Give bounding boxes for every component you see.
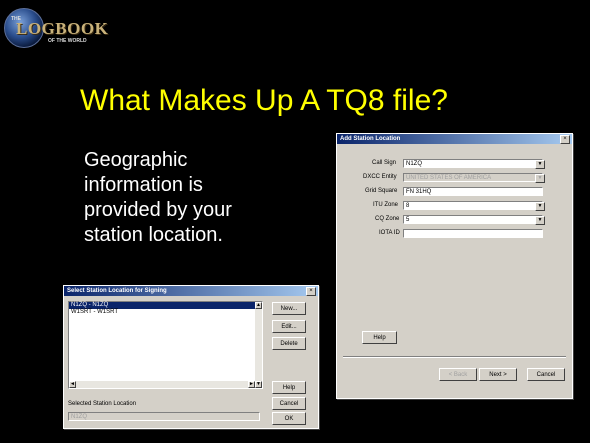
call-sign-label: Call Sign [372, 160, 397, 166]
selected-location-field: N1ZQ [68, 412, 260, 421]
call-sign-field[interactable]: N1ZQ [403, 159, 543, 168]
edit-button[interactable]: Edit... [272, 320, 306, 333]
new-button[interactable]: New... [272, 302, 306, 315]
next-button[interactable]: Next > [479, 368, 517, 381]
scroll-left-icon[interactable]: ◄ [69, 381, 76, 388]
back-button: < Back [439, 368, 477, 381]
scroll-right-icon[interactable]: ► [248, 381, 255, 388]
divider [343, 356, 566, 358]
station-location-list[interactable]: N1ZQ - N1ZQ W1SRT - W1SRT ▲ ▼ ◄ ► [68, 301, 263, 389]
scroll-down-icon[interactable]: ▼ [255, 381, 262, 388]
scroll-up-icon[interactable]: ▲ [255, 302, 262, 309]
slide-title: What Makes Up A TQ8 file? [80, 84, 448, 117]
grid-square-field[interactable]: FN 31HQ [403, 187, 543, 196]
iota-id-field[interactable] [403, 229, 543, 238]
scrollbar-horizontal[interactable]: ◄ ► [69, 381, 255, 388]
logo-subtitle: OF THE WORLD [48, 38, 87, 44]
dxcc-entity-field: UNITED STATES OF AMERICA [403, 173, 543, 182]
grid-square-label: Grid Square [365, 188, 398, 194]
cq-zone-label: CQ Zone [375, 216, 400, 222]
chevron-down-icon[interactable]: ▼ [535, 216, 545, 225]
dialog-titlebar: Select Station Location for Signing [64, 286, 318, 296]
itu-zone-label: ITU Zone [373, 202, 399, 208]
add-station-location-dialog: Add Station Location × Call Sign N1ZQ ▼ … [336, 133, 573, 399]
ok-button[interactable]: OK [272, 412, 306, 425]
select-station-location-dialog: Select Station Location for Signing × N1… [63, 285, 319, 429]
chevron-down-icon[interactable]: ▼ [535, 202, 545, 211]
logo-title: LOGBOOK [16, 19, 109, 38]
close-icon[interactable]: × [560, 135, 570, 144]
chevron-down-icon: ▼ [535, 174, 545, 183]
cq-zone-field[interactable]: 5 [403, 215, 543, 224]
cancel-button[interactable]: Cancel [527, 368, 565, 381]
lotw-logo: THE LOGBOOK OF THE WORLD [4, 8, 116, 48]
help-button[interactable]: Help [272, 381, 306, 394]
list-item[interactable]: N1ZQ - N1ZQ [69, 302, 262, 309]
help-button[interactable]: Help [362, 331, 397, 344]
chevron-down-icon[interactable]: ▼ [535, 160, 545, 169]
dialog-titlebar: Add Station Location [337, 134, 572, 144]
itu-zone-field[interactable]: 8 [403, 201, 543, 210]
dxcc-entity-label: DXCC Entity [363, 174, 397, 180]
list-item[interactable]: W1SRT - W1SRT [69, 309, 262, 316]
scrollbar[interactable]: ▲ ▼ [255, 302, 262, 388]
slide-bullet: Geographic information is provided by yo… [84, 149, 232, 246]
iota-id-label: IOTA ID [379, 230, 400, 236]
delete-button[interactable]: Delete [272, 337, 306, 350]
close-icon[interactable]: × [306, 287, 316, 296]
cancel-button[interactable]: Cancel [272, 397, 306, 410]
selected-location-label: Selected Station Location [68, 401, 137, 407]
